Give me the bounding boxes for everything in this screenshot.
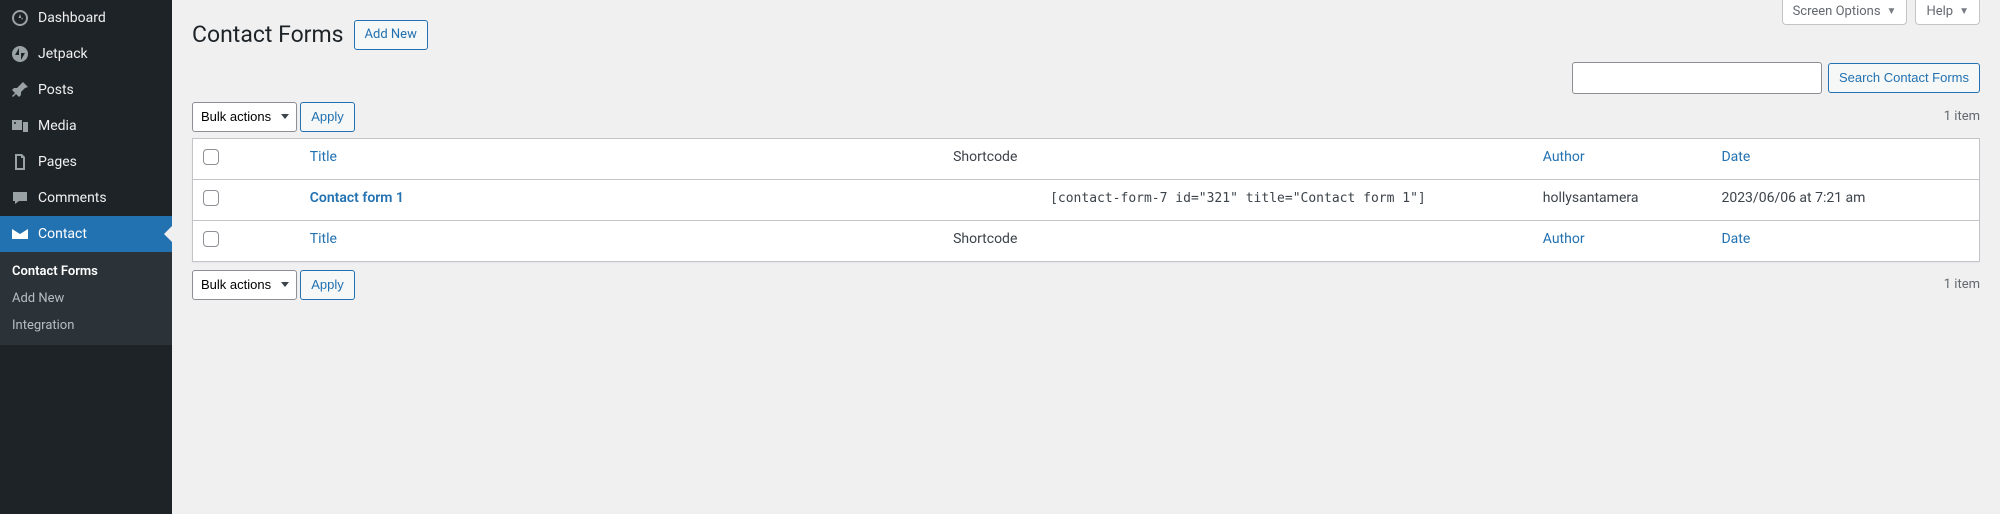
- media-icon: [10, 116, 30, 136]
- select-all-checkbox[interactable]: [203, 149, 219, 165]
- bulk-actions-select-bottom[interactable]: Bulk actions: [192, 270, 297, 300]
- column-date-bottom[interactable]: Date: [1721, 231, 1750, 247]
- screen-options-tab[interactable]: Screen Options ▼: [1782, 0, 1908, 25]
- sidebar-item-comments[interactable]: Comments: [0, 180, 172, 216]
- pin-icon: [10, 80, 30, 100]
- items-count: 1 item: [1944, 109, 1980, 124]
- contact-forms-table: Title Shortcode Author Date Contact form…: [192, 138, 1980, 262]
- jetpack-icon: [10, 44, 30, 64]
- column-title-bottom[interactable]: Title: [310, 231, 337, 247]
- sidebar-item-label: Contact: [38, 226, 87, 242]
- sidebar-item-label: Media: [38, 118, 77, 134]
- sidebar-subitem-contact-forms[interactable]: Contact Forms: [0, 258, 172, 285]
- row-title-link[interactable]: Contact form 1: [310, 190, 404, 206]
- sidebar-item-label: Jetpack: [38, 46, 88, 62]
- items-count-bottom: 1 item: [1944, 277, 1980, 292]
- column-shortcode: Shortcode: [953, 149, 1017, 165]
- caret-down-icon: ▼: [1887, 6, 1897, 17]
- apply-button-bottom[interactable]: Apply: [300, 270, 355, 300]
- column-author[interactable]: Author: [1543, 149, 1585, 165]
- sidebar-item-label: Dashboard: [38, 10, 106, 26]
- sidebar-item-posts[interactable]: Posts: [0, 72, 172, 108]
- add-new-button[interactable]: Add New: [354, 20, 428, 50]
- row-author: hollysantamera: [1543, 190, 1639, 206]
- sidebar-subitem-integration[interactable]: Integration: [0, 312, 172, 339]
- help-label: Help: [1926, 4, 1953, 19]
- sidebar-item-dashboard[interactable]: Dashboard: [0, 0, 172, 36]
- row-date: 2023/06/06 at 7:21 am: [1721, 190, 1865, 206]
- shortcode-field[interactable]: [953, 191, 1523, 206]
- bulk-actions-select[interactable]: Bulk actions: [192, 102, 297, 132]
- select-all-checkbox-bottom[interactable]: [203, 231, 219, 247]
- sidebar-item-jetpack[interactable]: Jetpack: [0, 36, 172, 72]
- apply-button[interactable]: Apply: [300, 102, 355, 132]
- main-content: Screen Options ▼ Help ▼ Contact Forms Ad…: [172, 0, 2000, 514]
- sidebar-subitem-add-new[interactable]: Add New: [0, 285, 172, 312]
- search-input[interactable]: [1572, 62, 1822, 94]
- sidebar-item-label: Comments: [38, 190, 107, 206]
- column-date[interactable]: Date: [1721, 149, 1750, 165]
- mail-icon: [10, 224, 30, 244]
- comments-icon: [10, 188, 30, 208]
- sidebar-item-label: Posts: [38, 82, 74, 98]
- screen-options-label: Screen Options: [1793, 4, 1881, 19]
- sidebar-submenu: Contact Forms Add New Integration: [0, 252, 172, 345]
- column-title[interactable]: Title: [310, 149, 337, 165]
- pages-icon: [10, 152, 30, 172]
- help-tab[interactable]: Help ▼: [1915, 0, 1980, 25]
- sidebar-item-pages[interactable]: Pages: [0, 144, 172, 180]
- column-shortcode-bottom: Shortcode: [953, 231, 1017, 247]
- row-checkbox[interactable]: [203, 190, 219, 206]
- sidebar-item-media[interactable]: Media: [0, 108, 172, 144]
- caret-down-icon: ▼: [1959, 6, 1969, 17]
- sidebar-item-label: Pages: [38, 154, 77, 170]
- sidebar-item-contact[interactable]: Contact: [0, 216, 172, 252]
- column-author-bottom[interactable]: Author: [1543, 231, 1585, 247]
- table-row: Contact form 1 hollysantamera 2023/06/06…: [193, 179, 1980, 220]
- dashboard-icon: [10, 8, 30, 28]
- page-title: Contact Forms: [192, 20, 344, 50]
- search-button[interactable]: Search Contact Forms: [1828, 63, 1980, 93]
- top-tabs: Screen Options ▼ Help ▼: [1782, 0, 1980, 25]
- admin-sidebar: Dashboard Jetpack Posts Media Pages Comm…: [0, 0, 172, 514]
